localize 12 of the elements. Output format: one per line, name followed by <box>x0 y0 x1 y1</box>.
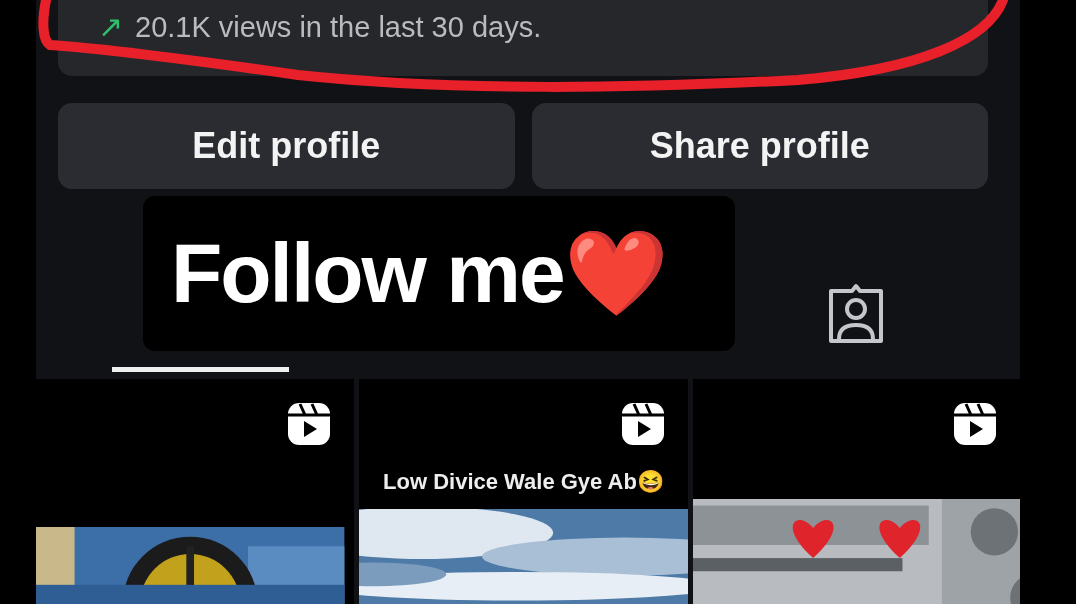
reel-icon <box>952 400 998 447</box>
post-tile[interactable] <box>693 378 1020 604</box>
views-summary: 20.1K views in the last 30 days. <box>135 12 542 42</box>
post-tile[interactable] <box>36 378 354 604</box>
reel-icon <box>620 400 666 447</box>
sticker-text: Follow me❤ <box>171 224 667 322</box>
reel-icon <box>286 400 332 447</box>
profile-button[interactable]: Edit profile <box>58 102 515 189</box>
trend-arrow: ↗ <box>98 11 123 42</box>
profile-button[interactable]: Share profile <box>531 102 988 189</box>
post-caption: Low Divice Wale Gye Ab😆 <box>382 468 665 496</box>
post-tile[interactable]: Low Divice Wale Gye Ab😆 <box>359 378 688 604</box>
